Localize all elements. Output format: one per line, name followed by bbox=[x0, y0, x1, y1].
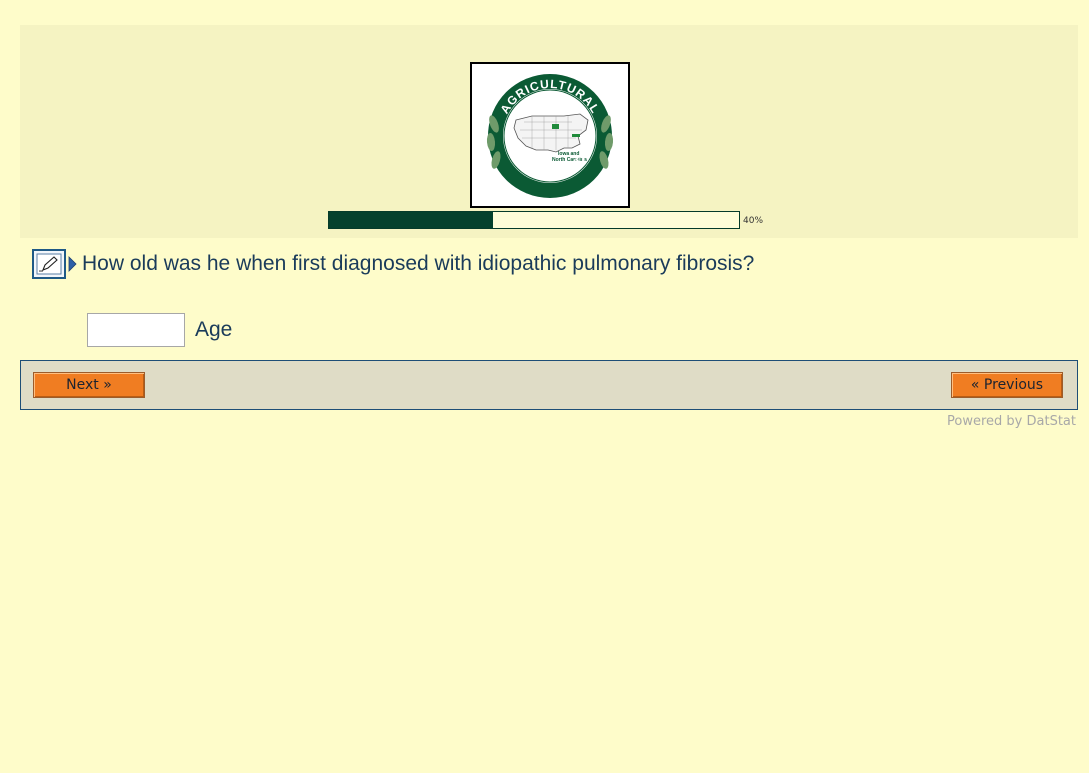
progress-bar-fill bbox=[329, 212, 493, 228]
survey-page: AGRICULTURAL Iowa and North Carolina HEA… bbox=[0, 0, 1089, 773]
powered-by-text: Powered by DatStat bbox=[947, 414, 1076, 429]
agricultural-health-study-logo: AGRICULTURAL Iowa and North Carolina HEA… bbox=[470, 62, 630, 208]
age-label: Age bbox=[195, 318, 233, 341]
next-button[interactable]: Next » bbox=[33, 372, 145, 398]
triangle-right-icon bbox=[68, 254, 78, 274]
previous-button[interactable]: « Previous bbox=[951, 372, 1063, 398]
age-input[interactable] bbox=[87, 313, 185, 347]
edit-answer-button[interactable] bbox=[32, 249, 66, 279]
progress-bar bbox=[328, 211, 740, 229]
navigation-bar: Next » « Previous bbox=[20, 360, 1078, 410]
survey-header: AGRICULTURAL Iowa and North Carolina HEA… bbox=[20, 25, 1078, 238]
question-row: How old was he when first diagnosed with… bbox=[32, 249, 754, 279]
age-answer-row: Age bbox=[87, 313, 232, 347]
progress-percent-label: 40% bbox=[743, 216, 764, 226]
pencil-icon bbox=[36, 253, 62, 275]
question-text: How old was he when first diagnosed with… bbox=[82, 252, 755, 275]
